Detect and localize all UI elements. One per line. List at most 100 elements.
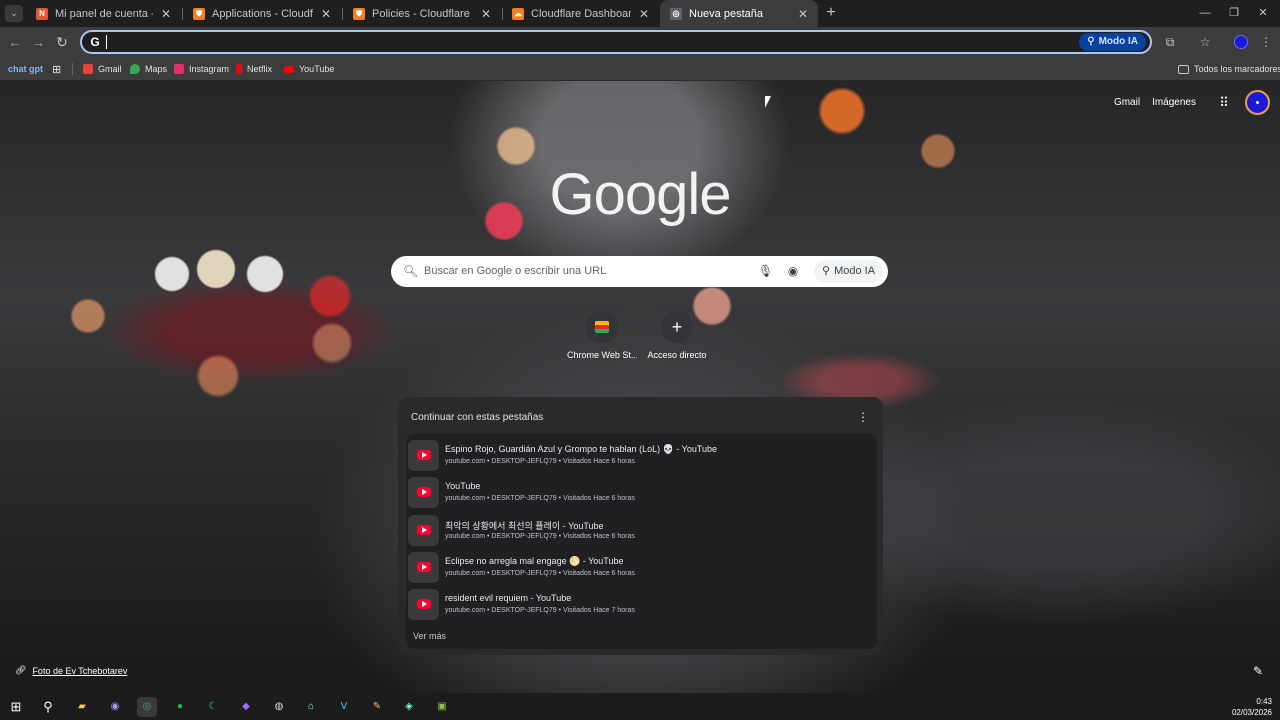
more-options-icon[interactable]: ⋮: [856, 409, 870, 425]
forward-icon[interactable]: →: [29, 33, 47, 51]
close-window-icon[interactable]: ✕: [1246, 0, 1280, 27]
file-explorer-icon[interactable]: ▰: [72, 697, 92, 717]
profile-avatar[interactable]: [1234, 35, 1248, 49]
cloudflare-shield-icon: ⛊: [193, 7, 205, 20]
windows-taskbar: ⊞ ⚲ ▰ ◉ ◎ ● ☾ ◆ ◍ ⌂ V ✎ ◈ ▣ 0:43 02/03/2…: [0, 693, 1280, 720]
bookmark-label: Todos los marcadores: [1194, 64, 1280, 74]
tab-title: Nueva pestaña: [689, 7, 763, 20]
app-icon[interactable]: ▣: [432, 697, 452, 717]
list-item[interactable]: resident evil requiem - YouTube youtube.…: [406, 586, 877, 623]
youtube-icon: [408, 515, 439, 546]
modo-ia-search-button[interactable]: ⚲ Modo IA: [814, 260, 884, 283]
gmail-link[interactable]: Gmail: [1114, 97, 1140, 108]
app-icon[interactable]: ◆: [236, 697, 256, 717]
browser-toolbar: ← → ↻ G ⚲ Modo IA ⧉ ☆ ⋮: [0, 27, 1280, 57]
cloudflare-shield-icon: ⛊: [353, 7, 365, 20]
see-more-link[interactable]: Ver más: [413, 631, 446, 641]
text-caret: [106, 35, 107, 49]
item-meta: youtube.com • DESKTOP-JEFLQ79 • Visitado…: [445, 607, 635, 614]
back-icon[interactable]: ←: [6, 33, 24, 51]
shortcut-add[interactable]: + Acceso directo: [642, 311, 712, 360]
ntp-search-box[interactable]: 🔍︎ Buscar en Google o escribir una URL 🎙…: [391, 256, 888, 287]
modo-ia-label: Modo IA: [1098, 36, 1138, 47]
tab-search-icon[interactable]: ⌄: [5, 5, 23, 22]
app-icon[interactable]: ☾: [203, 697, 223, 717]
images-link[interactable]: Imágenes: [1152, 97, 1196, 108]
list-item[interactable]: Eclipse no arregla mal engage 🌕 - YouTub…: [406, 549, 877, 586]
search-input[interactable]: Buscar en Google o escribir una URL: [424, 265, 606, 277]
close-tab-icon[interactable]: ✕: [637, 7, 651, 21]
youtube-icon: [408, 440, 439, 471]
tab-title: Mi panel de cuenta - Namecheap: [55, 7, 153, 20]
more-menu-icon[interactable]: ⋮: [1257, 33, 1275, 51]
tab-strip: ⌄ N Mi panel de cuenta - Namecheap ✕ ⛊ A…: [0, 0, 1280, 27]
app-icon[interactable]: ◈: [399, 697, 419, 717]
bookmark-star-icon[interactable]: ☆: [1196, 33, 1214, 51]
bookmark-netflix[interactable]: Netflix: [236, 61, 272, 77]
ai-search-icon: ⚲: [1087, 36, 1095, 47]
app-icon[interactable]: ⌂: [301, 697, 321, 717]
discord-icon[interactable]: ◉: [105, 697, 125, 717]
search-icon[interactable]: ⚲: [38, 697, 58, 717]
new-tab-page: Gmail Imágenes ⠿ Google 🔍︎ Buscar en Goo…: [0, 81, 1280, 693]
folder-icon: [1178, 64, 1189, 74]
item-title: YouTube: [445, 481, 481, 491]
new-tab-button[interactable]: +: [822, 4, 840, 22]
chrome-icon[interactable]: ◎: [137, 697, 157, 717]
tab-cloudflare-dashboard[interactable]: ☁ Cloudflare Dashboard | Manage ✕: [502, 0, 659, 27]
address-bar[interactable]: G ⚲ Modo IA: [80, 30, 1152, 54]
list-item[interactable]: 최악의 상황에서 최선의 플레이 - YouTube youtube.com •…: [406, 512, 877, 549]
microphone-icon[interactable]: 🎙︎: [758, 264, 773, 278]
list-item[interactable]: Espino Rojo, Guardián Azul y Grompo te h…: [406, 437, 877, 474]
bookmark-youtube[interactable]: YouTube: [284, 61, 334, 77]
apps-grid-icon[interactable]: ⊞: [52, 61, 61, 77]
modo-ia-button[interactable]: ⚲ Modo IA: [1079, 33, 1146, 51]
item-title: Eclipse no arregla mal engage 🌕 - YouTub…: [445, 556, 624, 566]
bookmark-instagram[interactable]: Instagram: [174, 61, 229, 77]
modo-ia-label: Modo IA: [834, 265, 876, 277]
close-tab-icon[interactable]: ✕: [319, 7, 333, 21]
spotify-icon[interactable]: ●: [170, 697, 190, 717]
tab-namecheap[interactable]: N Mi panel de cuenta - Namecheap ✕: [26, 0, 181, 27]
bookmark-label: YouTube: [299, 64, 335, 74]
youtube-icon: [284, 65, 294, 73]
list-item[interactable]: YouTube youtube.com • DESKTOP-JEFLQ79 • …: [406, 474, 877, 511]
bookmark-label: Netflix: [247, 64, 273, 74]
shortcut-chrome-web-store[interactable]: Chrome Web St...: [567, 311, 637, 360]
tab-applications-cloudflare[interactable]: ⛊ Applications - Cloudflare One ✕: [183, 0, 341, 27]
close-tab-icon[interactable]: ✕: [796, 7, 810, 21]
top-links: Gmail Imágenes: [1114, 97, 1196, 108]
cloudflare-cloud-icon: ☁: [512, 7, 524, 20]
bookmark-gmail[interactable]: Gmail: [83, 61, 122, 77]
extensions-icon[interactable]: ⧉: [1161, 33, 1179, 51]
gmail-icon: [83, 64, 93, 74]
bookmark-chat-gpt[interactable]: chat gpt: [8, 61, 43, 77]
photo-credit-link[interactable]: Foto de Ev Tchebotarev: [32, 666, 127, 676]
shortcut-label: Chrome Web St...: [567, 350, 637, 360]
account-avatar[interactable]: [1245, 90, 1270, 115]
app-icon[interactable]: V: [334, 697, 354, 717]
photo-credit[interactable]: 🔗︎ Foto de Ev Tchebotarev: [15, 665, 127, 676]
bookmark-label: chat gpt: [8, 64, 43, 74]
item-title: Espino Rojo, Guardián Azul y Grompo te h…: [445, 444, 718, 454]
bookmark-label: Gmail: [98, 64, 122, 74]
bookmark-label: Instagram: [189, 64, 230, 74]
close-tab-icon[interactable]: ✕: [479, 7, 493, 21]
tab-policies-cloudflare[interactable]: ⛊ Policies - Cloudflare One ✕: [343, 0, 501, 27]
app-icon[interactable]: ✎: [367, 697, 387, 717]
shortcut-label: Acceso directo: [647, 350, 707, 360]
customize-pencil-icon[interactable]: ✎: [1251, 664, 1265, 678]
tab-list: Espino Rojo, Guardián Azul y Grompo te h…: [406, 434, 877, 649]
google-apps-icon[interactable]: ⠿: [1217, 96, 1231, 110]
bookmark-maps[interactable]: Maps: [130, 61, 167, 77]
reload-icon[interactable]: ↻: [53, 33, 71, 51]
all-bookmarks-folder[interactable]: Todos los marcadores: [1178, 61, 1280, 77]
chrome-web-store-icon: [586, 311, 618, 343]
youtube-icon: [408, 477, 439, 508]
tab-new-tab[interactable]: ◎ Nueva pestaña ✕: [660, 0, 818, 27]
close-tab-icon[interactable]: ✕: [159, 7, 173, 21]
google-lens-icon[interactable]: ◉: [786, 264, 800, 278]
windows-start-icon[interactable]: ⊞: [6, 697, 26, 717]
system-clock[interactable]: 0:43 02/03/2026: [1232, 696, 1272, 718]
app-icon[interactable]: ◍: [269, 697, 289, 717]
